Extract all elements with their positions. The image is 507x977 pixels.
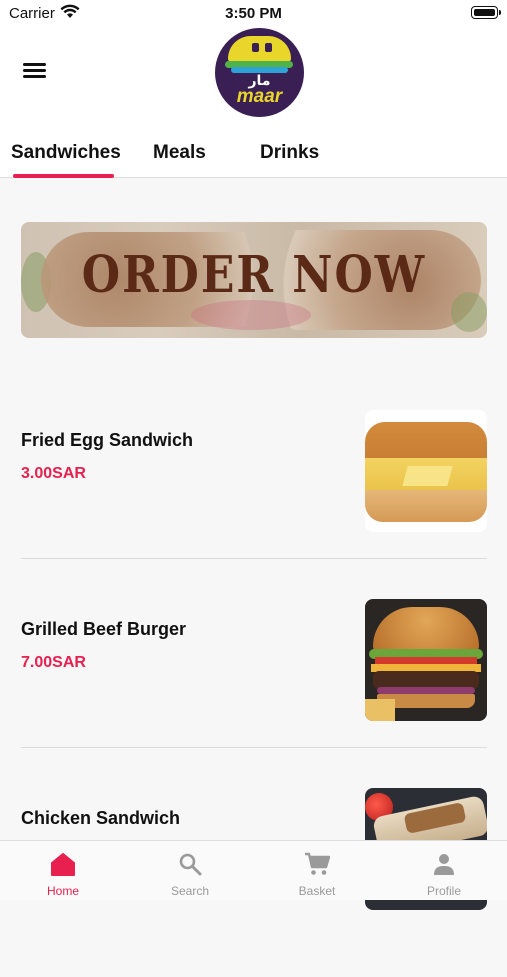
fried-egg-sandwich-image [365, 410, 487, 532]
bottom-tab-bar: Home Search Basket Profile [0, 840, 507, 900]
cart-icon [304, 852, 331, 881]
tab-meals[interactable]: Meals [153, 142, 206, 164]
list-item[interactable]: Grilled Beef Burger 7.00SAR [0, 599, 507, 788]
list-item[interactable]: Fried Egg Sandwich 3.00SAR [0, 410, 507, 599]
tab-bar-basket-label: Basket [298, 884, 336, 898]
tab-bar-profile[interactable]: Profile [381, 841, 507, 901]
status-bar: Carrier 3:50 PM [0, 0, 507, 28]
home-icon [50, 852, 76, 881]
app-header: مار maar Sandwiches Meals Drinks [0, 28, 507, 178]
order-now-banner[interactable]: ORDER NOW [21, 222, 487, 338]
person-icon [432, 852, 456, 881]
tab-bar-home[interactable]: Home [0, 841, 126, 901]
product-price: 3.00SAR [21, 465, 86, 482]
battery-icon [471, 6, 501, 19]
status-time: 3:50 PM [225, 5, 282, 22]
product-name: Grilled Beef Burger [21, 619, 187, 639]
tab-bar-search[interactable]: Search [127, 841, 253, 901]
tab-sandwiches[interactable]: Sandwiches [11, 142, 121, 164]
active-tab-indicator [13, 174, 114, 178]
product-name: Fried Egg Sandwich [21, 430, 194, 450]
product-price: 7.00SAR [21, 654, 86, 671]
banner-text: ORDER NOW [81, 246, 427, 305]
tab-bar-basket[interactable]: Basket [254, 841, 380, 901]
category-tabs: Sandwiches Meals Drinks [0, 138, 507, 178]
tab-bar-profile-label: Profile [426, 884, 461, 898]
divider [21, 747, 487, 748]
divider [21, 558, 487, 559]
product-name: Chicken Sandwich [21, 808, 181, 828]
hamburger-menu-icon[interactable] [22, 60, 48, 82]
logo-word: maar [236, 86, 283, 107]
grilled-beef-burger-image [365, 599, 487, 721]
search-icon [178, 852, 202, 881]
tab-drinks[interactable]: Drinks [260, 142, 319, 164]
tab-bar-home-label: Home [46, 884, 79, 898]
tab-bar-search-label: Search [170, 884, 210, 898]
maar-logo: مار maar [215, 28, 304, 117]
